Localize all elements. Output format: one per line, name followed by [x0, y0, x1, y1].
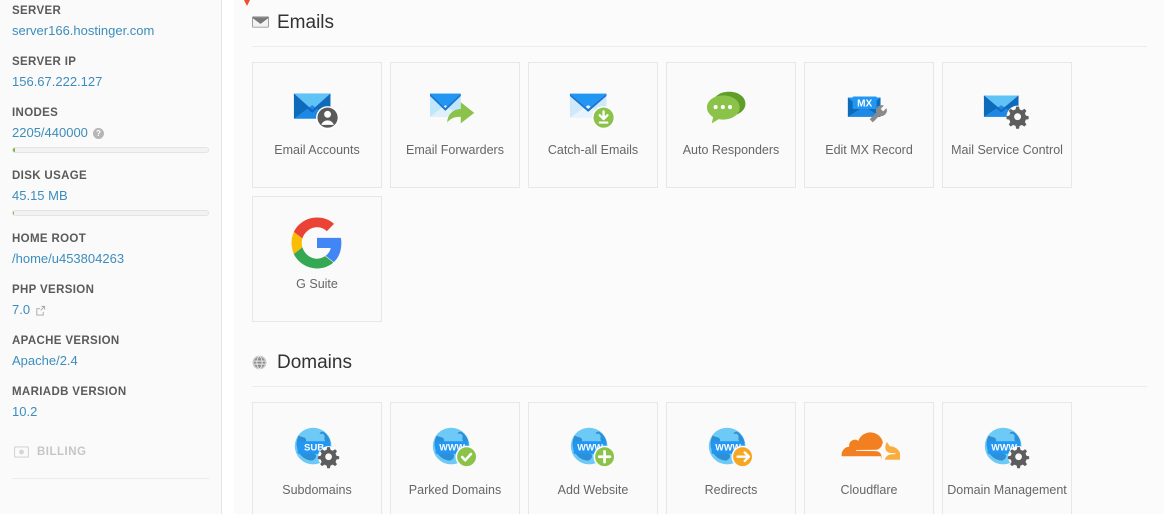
inodes-progress-bar: [12, 147, 209, 153]
sidebar-stat-apache-version: APACHE VERSION Apache/2.4: [12, 334, 209, 369]
section-rule-domains: [252, 386, 1147, 387]
sidebar-stat-inodes: INODES 2205/440000 ?: [12, 106, 209, 153]
sidebar-item-billing[interactable]: BILLING: [12, 436, 209, 466]
stat-label-home-root: HOME ROOT: [12, 233, 87, 245]
content-wrapper: Emails Email Accounts Email Forwarders C…: [222, 0, 1164, 514]
tile-mail-service-control[interactable]: Mail Service Control: [942, 62, 1072, 188]
domain-management-icon: WWW: [943, 417, 1071, 481]
tile-domain-management[interactable]: WWW Domain Management: [942, 402, 1072, 514]
disk-usage-progress-bar: [12, 210, 209, 216]
tile-label-parked-domains: Parked Domains: [408, 483, 502, 497]
tile-redirects[interactable]: WWW Redirects: [666, 402, 796, 514]
section-emails: Emails Email Accounts Email Forwarders C…: [252, 0, 1147, 322]
tile-email-accounts[interactable]: Email Accounts: [252, 62, 382, 188]
server-hostname[interactable]: server166.hostinger.com: [12, 23, 154, 39]
php-version-value[interactable]: 7.0: [12, 302, 30, 318]
tile-label-subdomains: Subdomains: [282, 483, 352, 497]
section-domains: Domains SUB Subdomains WWW Parked Domain…: [252, 340, 1147, 514]
tile-label-add-website: Add Website: [557, 483, 629, 497]
stat-label-inodes: INODES: [12, 107, 59, 119]
parked-domains-icon: WWW: [391, 417, 519, 481]
tile-catch-all-emails[interactable]: Catch-all Emails: [528, 62, 658, 188]
section-header-domains: Domains: [252, 340, 1147, 374]
tile-label-catch-all-emails: Catch-all Emails: [547, 143, 639, 157]
stat-label-disk-usage: DISK USAGE: [12, 170, 88, 182]
mariadb-version-value[interactable]: 10.2: [12, 404, 37, 420]
sidebar-stat-disk-usage: DISK USAGE 45.15 MB: [12, 169, 209, 216]
globe-icon: [252, 354, 269, 372]
mail-service-control-icon: [943, 77, 1071, 141]
home-root-value[interactable]: /home/u453804263: [12, 251, 124, 267]
redirects-icon: WWW: [667, 417, 795, 481]
main-content: Emails Email Accounts Email Forwarders C…: [234, 0, 1164, 514]
help-icon[interactable]: ?: [92, 127, 104, 139]
sidebar-stat-php-version: PHP VERSION 7.0: [12, 283, 209, 318]
tile-add-website[interactable]: WWW Add Website: [528, 402, 658, 514]
stat-label-mariadb-version: MARIADB VERSION: [12, 386, 127, 398]
stat-value-disk-usage: 45.15 MB: [12, 188, 209, 204]
catch-all-emails-icon: [529, 77, 657, 141]
stat-value-server[interactable]: server166.hostinger.com: [12, 23, 209, 39]
tile-g-suite[interactable]: G Suite: [252, 196, 382, 322]
server-ip-value[interactable]: 156.67.222.127: [12, 74, 102, 90]
tile-subdomains[interactable]: SUB Subdomains: [252, 402, 382, 514]
email-accounts-icon: [253, 77, 381, 141]
sidebar-stat-server: SERVER server166.hostinger.com: [12, 0, 209, 39]
stat-value-php-version[interactable]: 7.0: [12, 302, 209, 318]
tile-label-email-forwarders: Email Forwarders: [406, 143, 504, 157]
tile-parked-domains[interactable]: WWW Parked Domains: [390, 402, 520, 514]
tile-grid-domains: SUB Subdomains WWW Parked Domains WWW Ad…: [252, 402, 1147, 514]
tile-cloudflare[interactable]: Cloudflare: [804, 402, 934, 514]
tile-label-mail-service-control: Mail Service Control: [951, 143, 1063, 157]
stat-value-server-ip[interactable]: 156.67.222.127: [12, 74, 209, 90]
edit-mx-record-icon: MX: [805, 77, 933, 141]
stat-value-inodes: 2205/440000 ?: [12, 125, 209, 141]
envelope-icon: [252, 15, 269, 32]
subdomains-icon: SUB: [253, 417, 381, 481]
tile-label-redirects: Redirects: [704, 483, 758, 497]
hosting-control-panel: SERVER server166.hostinger.com SERVER IP…: [0, 0, 1164, 514]
sidebar-divider: [12, 478, 209, 479]
inodes-value: 2205/440000: [12, 125, 88, 140]
sidebar-stat-home-root: HOME ROOT /home/u453804263: [12, 232, 209, 267]
svg-text:MX: MX: [857, 99, 872, 110]
cloudflare-icon: [805, 417, 933, 481]
tile-label-email-accounts: Email Accounts: [274, 143, 360, 157]
tile-email-forwarders[interactable]: Email Forwarders: [390, 62, 520, 188]
tile-label-domain-management: Domain Management: [947, 483, 1067, 497]
sidebar-item-billing-label: BILLING: [37, 446, 87, 458]
stat-value-home-root[interactable]: /home/u453804263: [12, 251, 209, 267]
apache-version-value[interactable]: Apache/2.4: [12, 353, 78, 369]
stat-label-php-version: PHP VERSION: [12, 284, 95, 296]
add-website-icon: WWW: [529, 417, 657, 481]
tile-label-g-suite: G Suite: [296, 277, 338, 291]
section-title-domains: Domains: [277, 352, 352, 373]
stat-label-apache-version: APACHE VERSION: [12, 335, 120, 347]
tile-auto-responders[interactable]: Auto Responders: [666, 62, 796, 188]
section-rule-emails: [252, 46, 1147, 47]
disk-usage-progress-fill: [13, 211, 14, 215]
sidebar-stat-mariadb-version: MARIADB VERSION 10.2: [12, 385, 209, 420]
tile-grid-emails: Email Accounts Email Forwarders Catch-al…: [252, 62, 1147, 322]
section-title-emails: Emails: [277, 12, 335, 33]
tile-label-auto-responders: Auto Responders: [682, 143, 780, 157]
email-forwarders-icon: [391, 77, 519, 141]
g-suite-icon: [253, 211, 381, 275]
tile-label-cloudflare: Cloudflare: [840, 483, 898, 497]
stat-value-mariadb-version[interactable]: 10.2: [12, 404, 209, 420]
billing-icon: [14, 446, 29, 458]
tile-label-edit-mx-record: Edit MX Record: [825, 143, 913, 157]
stat-label-server-ip: SERVER IP: [12, 56, 77, 68]
sidebar-stat-server-ip: SERVER IP 156.67.222.127: [12, 55, 209, 90]
tile-edit-mx-record[interactable]: MX Edit MX Record: [804, 62, 934, 188]
external-link-icon[interactable]: [35, 305, 46, 316]
inodes-progress-fill: [13, 148, 15, 152]
auto-responders-icon: [667, 77, 795, 141]
section-header-emails: Emails: [252, 0, 1147, 34]
stat-label-server: SERVER: [12, 5, 62, 17]
sidebar: SERVER server166.hostinger.com SERVER IP…: [0, 0, 222, 514]
stat-value-apache-version[interactable]: Apache/2.4: [12, 353, 209, 369]
disk-usage-value: 45.15 MB: [12, 188, 68, 203]
